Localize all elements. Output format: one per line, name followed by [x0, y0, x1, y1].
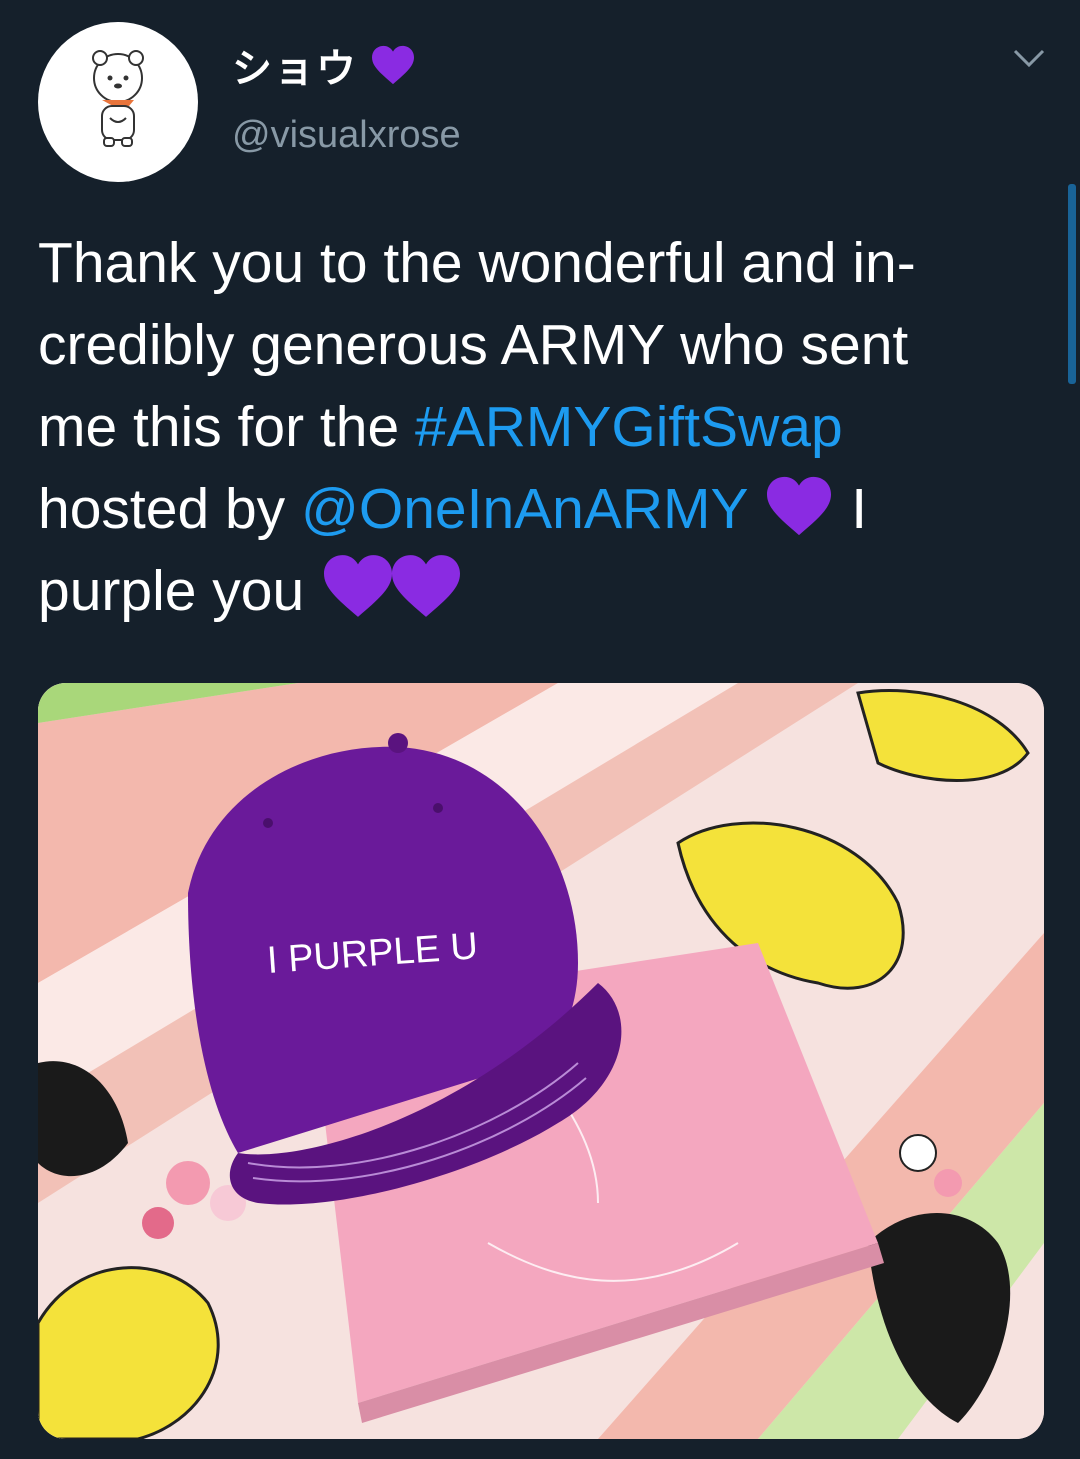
display-name-text: ショウ	[232, 47, 358, 91]
tweet-text-line: me this for the #ARMYGiftSwap	[38, 386, 1048, 468]
rj-character-avatar-icon	[92, 50, 144, 147]
tweet-text-segment: I	[835, 477, 868, 541]
tweet-text-line: hosted by @OneInAnARMY I	[38, 468, 1048, 550]
mention-link[interactable]: @OneInAnARMY	[301, 477, 748, 541]
tweet-text-line: credibly generous ARMY who sent	[38, 313, 909, 377]
author-handle[interactable]: @visualxrose	[232, 114, 461, 157]
chevron-down-icon[interactable]	[1012, 46, 1046, 70]
author-avatar[interactable]	[38, 22, 198, 182]
purple-heart-icon	[324, 555, 393, 617]
purple-heart-icon	[392, 555, 461, 617]
tweet-text-segment: purple you	[38, 559, 305, 623]
scrollbar-thumb[interactable]	[1068, 184, 1076, 384]
hashtag-link[interactable]: #ARMYGiftSwap	[415, 395, 843, 459]
purple-heart-icon	[767, 476, 832, 536]
tweet-text-segment: me this for the	[38, 395, 415, 459]
tweet-text-line: purple you	[38, 550, 1048, 632]
tweet-text-line: Thank you to the wonderful and in-	[38, 231, 916, 295]
photo-illustration: I PURPLE U	[38, 683, 1044, 1439]
tweet-text-segment: hosted by	[38, 477, 302, 541]
purple-heart-icon	[372, 45, 414, 85]
tweet-header: ショウ @visualxrose	[0, 0, 1080, 200]
tweet-photo[interactable]: I PURPLE U	[38, 683, 1044, 1439]
author-display-name[interactable]: ショウ	[232, 36, 416, 94]
tweet-text: Thank you to the wonderful and in- credi…	[38, 222, 1048, 632]
